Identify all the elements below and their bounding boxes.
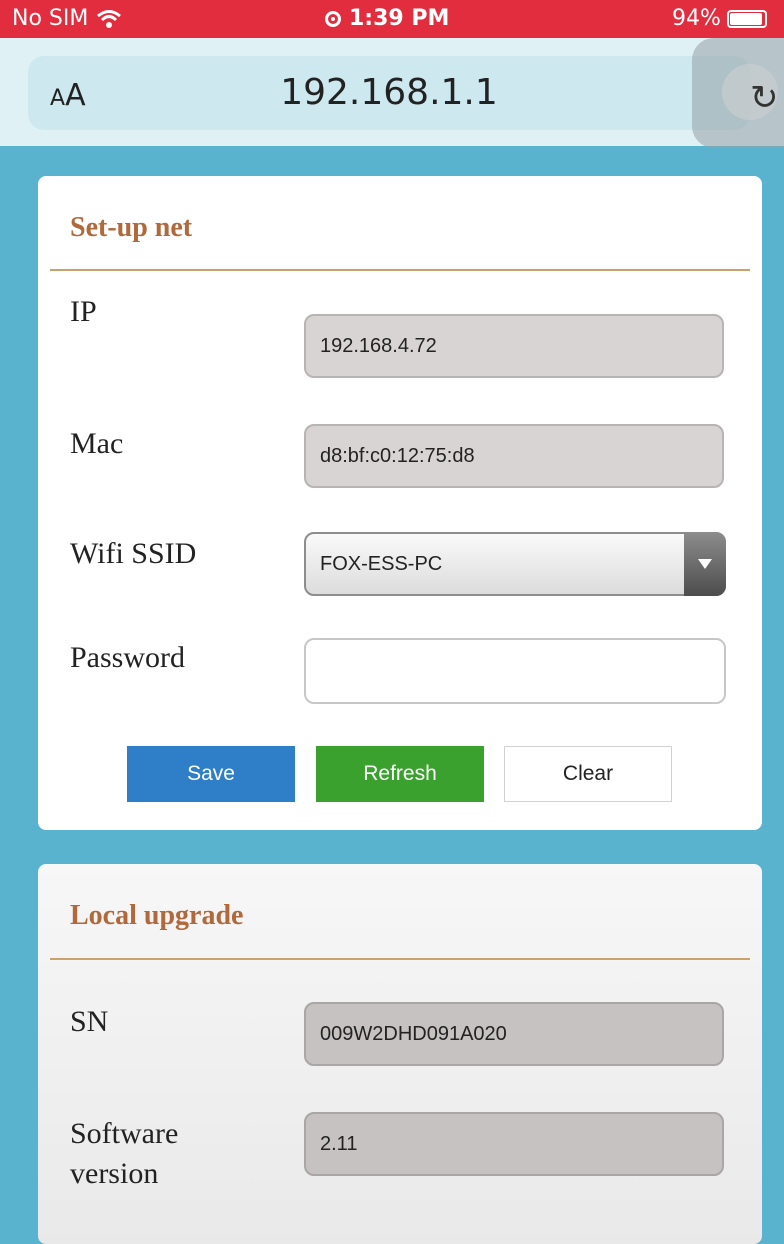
password-label: Password [70, 641, 186, 674]
software-version-field[interactable]: 2.11 [304, 1112, 724, 1176]
battery-fill [729, 12, 762, 25]
carrier-label: No SIM [12, 6, 89, 31]
battery-percent: 94% [672, 6, 721, 31]
reload-button[interactable]: ↻ [692, 38, 784, 148]
password-input[interactable] [304, 638, 726, 704]
battery-icon [726, 9, 767, 28]
wifi-ssid-select[interactable]: FOX-ESS-PC [304, 532, 726, 596]
mac-label: Mac [70, 427, 124, 460]
url-text[interactable]: 192.168.1.1 [28, 72, 750, 113]
ip-label: IP [70, 295, 97, 328]
software-version-label: Software version [70, 1114, 178, 1194]
mac-field[interactable]: d8:bf:c0:12:75:d8 [304, 424, 724, 488]
section-divider [50, 958, 750, 960]
status-bar: No SIM 1:39 PM 94% [0, 0, 784, 38]
reload-icon: ↻ [750, 78, 779, 118]
section-divider [50, 269, 750, 271]
setup-net-card: Set-up net IP 192.168.4.72 Mac d8:bf:c0:… [38, 176, 762, 830]
software-version-line2: version [70, 1157, 159, 1190]
sn-field[interactable]: 009W2DHD091A020 [304, 1002, 724, 1066]
setup-net-title: Set-up net [70, 212, 193, 243]
clear-button[interactable]: Clear [504, 746, 672, 802]
software-version-line1: Software [70, 1117, 179, 1150]
refresh-button[interactable]: Refresh [316, 746, 484, 802]
local-upgrade-card: Local upgrade SN 009W2DHD091A020 Softwar… [38, 864, 762, 1244]
sn-label: SN [70, 1005, 109, 1038]
ip-field[interactable]: 192.168.4.72 [304, 314, 724, 378]
wifi-icon [97, 9, 122, 28]
save-button[interactable]: Save [127, 746, 295, 802]
clock: 1:39 PM [349, 6, 450, 31]
status-center: 1:39 PM [325, 6, 449, 31]
wifi-ssid-value: FOX-ESS-PC [320, 552, 443, 575]
local-upgrade-title: Local upgrade [70, 900, 244, 931]
wifi-ssid-label: Wifi SSID [70, 537, 197, 570]
address-bar[interactable]: AA 192.168.1.1 ↻ [28, 38, 784, 148]
status-left: No SIM [12, 6, 122, 31]
browser-chrome: AA 192.168.1.1 ↻ [0, 38, 784, 148]
status-right: 94% [672, 6, 767, 31]
dropdown-arrow-icon[interactable] [684, 532, 726, 596]
screen-recording-icon [325, 10, 341, 27]
